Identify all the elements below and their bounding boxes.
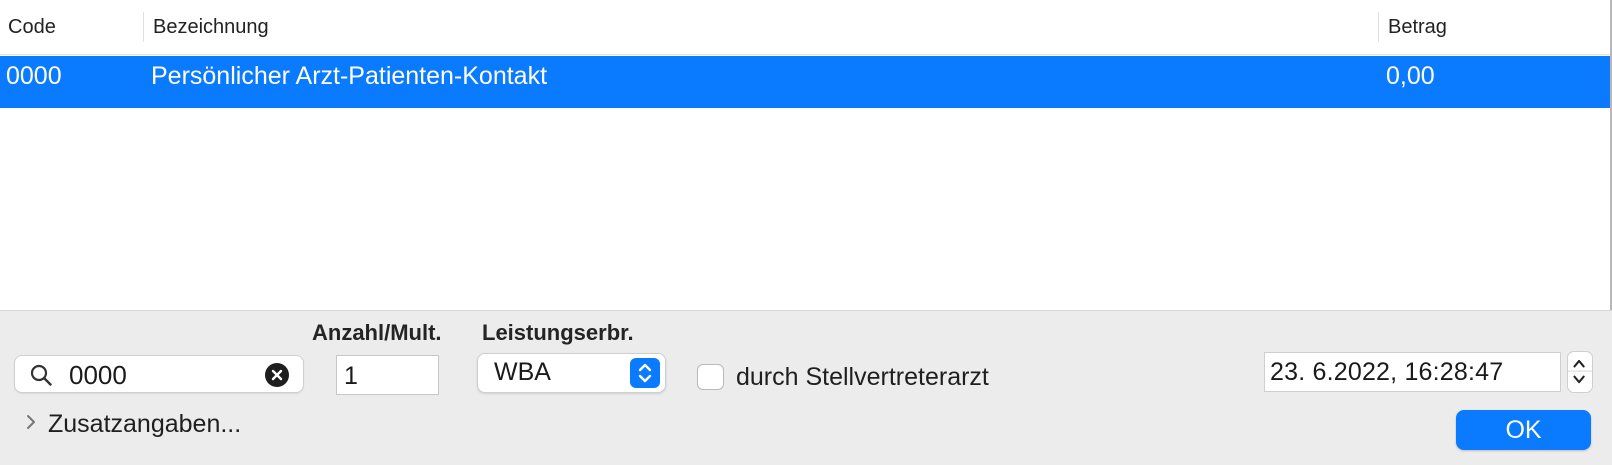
anzahl-input[interactable]: 1	[344, 362, 358, 391]
table-header: Code Bezeichnung Betrag	[0, 0, 1610, 55]
leistung-select[interactable]: WBA	[477, 353, 666, 393]
stellvertreter-label[interactable]: durch Stellvertreterarzt	[736, 363, 989, 392]
clear-icon[interactable]	[265, 363, 289, 387]
column-header-bezeichnung[interactable]: Bezeichnung	[153, 16, 269, 39]
column-separator	[1378, 12, 1379, 42]
column-separator	[143, 12, 144, 42]
ok-button-label: OK	[1505, 416, 1542, 444]
search-input[interactable]: 0000	[69, 360, 127, 391]
column-header-code[interactable]: Code	[8, 16, 56, 39]
cell-betrag: 0,00	[1386, 62, 1435, 90]
cell-bezeichnung: Persönlicher Arzt-Patienten-Kontakt	[151, 62, 548, 90]
stellvertreter-checkbox[interactable]	[697, 364, 724, 390]
ok-button[interactable]: OK	[1456, 410, 1591, 450]
anzahl-field[interactable]: 1	[336, 355, 439, 395]
chevron-up-down-icon	[630, 358, 660, 388]
search-icon	[30, 364, 52, 386]
search-field[interactable]: 0000	[14, 355, 304, 393]
datetime-value[interactable]: 23. 6.2022, 16:28:47	[1270, 358, 1503, 387]
column-header-betrag[interactable]: Betrag	[1388, 16, 1447, 39]
table-row[interactable]: 0000 Persönlicher Arzt-Patienten-Kontakt…	[0, 56, 1610, 108]
cell-code: 0000	[6, 62, 62, 90]
anzahl-label: Anzahl/Mult.	[312, 320, 442, 345]
chevron-right-icon[interactable]	[24, 414, 38, 430]
datetime-field[interactable]: 23. 6.2022, 16:28:47	[1264, 352, 1561, 392]
leistung-label: Leistungserbr.	[482, 320, 634, 345]
leistung-selected-value: WBA	[494, 358, 551, 386]
stepper-icon[interactable]	[1567, 351, 1593, 393]
table-empty-area[interactable]	[0, 108, 1610, 310]
zusatzangaben-disclosure[interactable]: Zusatzangaben...	[48, 410, 241, 439]
